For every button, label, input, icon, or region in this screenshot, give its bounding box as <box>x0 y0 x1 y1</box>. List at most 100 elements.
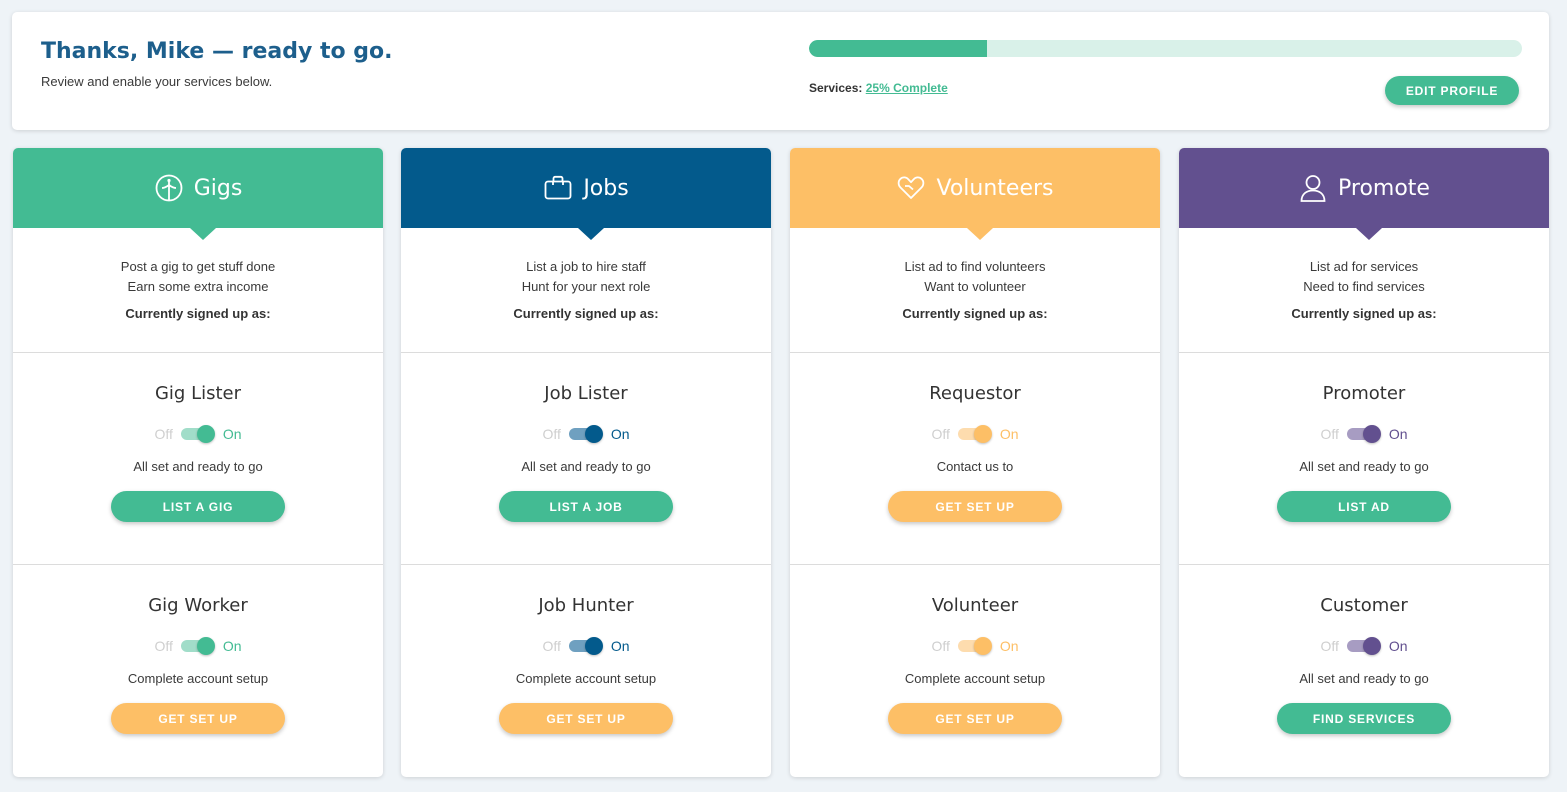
toggle-on-label: On <box>222 638 242 654</box>
card-title: Jobs <box>583 175 629 201</box>
signed-up-label: Currently signed up as: <box>125 306 271 321</box>
role-title: Requestor <box>929 383 1021 404</box>
header-pointer <box>578 228 604 240</box>
card-title: Volunteers <box>936 175 1054 201</box>
services-status: Services: 25% Complete <box>809 81 948 95</box>
card-promote: Promote List ad for services Need to fin… <box>1179 148 1549 777</box>
signed-up-label: Currently signed up as: <box>902 306 1048 321</box>
job-lister-toggle[interactable] <box>568 425 603 443</box>
divider <box>1179 352 1549 353</box>
customer-toggle[interactable] <box>1346 637 1381 655</box>
role-toggle-row: Off On <box>1179 637 1549 655</box>
services-progress-bar <box>809 40 1522 57</box>
card-header-gigs: Gigs <box>13 148 383 228</box>
toggle-off-label: Off <box>931 638 950 654</box>
role-status: Complete account setup <box>515 671 657 686</box>
divider <box>401 564 771 565</box>
role-title: Volunteer <box>931 595 1019 616</box>
header-pointer <box>967 228 993 240</box>
welcome-card: Thanks, Mike — ready to go. Review and e… <box>12 12 1549 130</box>
gig-worker-get-set-up-button[interactable]: GET SET UP <box>111 703 285 734</box>
toggle-off-label: Off <box>931 426 950 442</box>
card-header-jobs: Jobs <box>401 148 771 228</box>
services-label: Services: <box>809 81 863 95</box>
role-status: Complete account setup <box>127 671 269 686</box>
role-status: All set and ready to go <box>1299 459 1429 474</box>
signed-up-label: Currently signed up as: <box>1291 306 1437 321</box>
list-ad-button[interactable]: LIST AD <box>1277 491 1451 522</box>
requestor-toggle[interactable] <box>957 425 992 443</box>
role-status: All set and ready to go <box>521 459 651 474</box>
role-title: Gig Lister <box>154 383 242 404</box>
toggle-off-label: Off <box>154 426 173 442</box>
divider <box>13 352 383 353</box>
role-toggle-row: Off On <box>13 637 383 655</box>
card-description-line: Post a gig to get stuff done <box>120 259 276 274</box>
role-title: Customer <box>1320 595 1408 616</box>
signed-up-label: Currently signed up as: <box>513 306 659 321</box>
toggle-on-label: On <box>999 638 1019 654</box>
promoter-toggle[interactable] <box>1346 425 1381 443</box>
divider <box>401 352 771 353</box>
card-title: Gigs <box>193 175 243 201</box>
services-progress-fill <box>809 40 988 57</box>
toggle-on-label: On <box>610 426 630 442</box>
card-volunteers: Volunteers List ad to find volunteers Wa… <box>790 148 1160 777</box>
role-title: Promoter <box>1322 383 1406 404</box>
header-pointer <box>190 228 216 240</box>
role-title: Gig Worker <box>148 595 248 616</box>
role-status: Contact us to <box>936 459 1014 474</box>
role-toggle-row: Off On <box>790 425 1160 443</box>
role-toggle-row: Off On <box>1179 425 1549 443</box>
card-description-line: Want to volunteer <box>924 279 1026 294</box>
card-gigs: Gigs Post a gig to get stuff done Earn s… <box>13 148 383 777</box>
toggle-off-label: Off <box>154 638 173 654</box>
role-toggle-row: Off On <box>13 425 383 443</box>
card-header-promote: Promote <box>1179 148 1549 228</box>
toggle-on-label: On <box>1388 638 1408 654</box>
page-title: Thanks, Mike — ready to go. <box>41 39 393 64</box>
toggle-on-label: On <box>1388 426 1408 442</box>
divider <box>1179 564 1549 565</box>
card-header-volunteers: Volunteers <box>790 148 1160 228</box>
page-subtitle: Review and enable your services below. <box>41 74 273 89</box>
role-title: Job Lister <box>544 383 628 404</box>
toggle-off-label: Off <box>542 426 561 442</box>
card-description-line: Earn some extra income <box>127 279 269 294</box>
volunteer-toggle[interactable] <box>957 637 992 655</box>
header-pointer <box>1356 228 1382 240</box>
card-jobs: Jobs List a job to hire staff Hunt for y… <box>401 148 771 777</box>
card-description-line: List ad for services <box>1309 259 1419 274</box>
heart-hand-icon <box>896 173 926 203</box>
toggle-on-label: On <box>222 426 242 442</box>
job-hunter-toggle[interactable] <box>568 637 603 655</box>
card-description-line: Need to find services <box>1303 279 1425 294</box>
toggle-on-label: On <box>999 426 1019 442</box>
briefcase-icon <box>543 173 573 203</box>
gig-worker-toggle[interactable] <box>180 637 215 655</box>
user-icon <box>1298 173 1328 203</box>
role-toggle-row: Off On <box>790 637 1160 655</box>
gig-lister-toggle[interactable] <box>180 425 215 443</box>
card-description-line: List a job to hire staff <box>526 259 646 274</box>
volunteer-get-set-up-button[interactable]: GET SET UP <box>888 703 1062 734</box>
role-toggle-row: Off On <box>401 425 771 443</box>
edit-profile-button[interactable]: EDIT PROFILE <box>1385 76 1519 105</box>
role-toggle-row: Off On <box>401 637 771 655</box>
list-a-job-button[interactable]: LIST A JOB <box>499 491 673 522</box>
toggle-off-label: Off <box>1320 426 1339 442</box>
role-status: All set and ready to go <box>1299 671 1429 686</box>
gig-icon <box>154 173 184 203</box>
toggle-on-label: On <box>610 638 630 654</box>
divider <box>790 352 1160 353</box>
divider <box>790 564 1160 565</box>
find-services-button[interactable]: FIND SERVICES <box>1277 703 1451 734</box>
card-description-line: Hunt for your next role <box>521 279 651 294</box>
divider <box>13 564 383 565</box>
card-title: Promote <box>1338 175 1430 201</box>
requestor-get-set-up-button[interactable]: GET SET UP <box>888 491 1062 522</box>
job-hunter-get-set-up-button[interactable]: GET SET UP <box>499 703 673 734</box>
list-a-gig-button[interactable]: LIST A GIG <box>111 491 285 522</box>
role-status: All set and ready to go <box>133 459 263 474</box>
services-complete-link[interactable]: 25% Complete <box>866 81 948 95</box>
